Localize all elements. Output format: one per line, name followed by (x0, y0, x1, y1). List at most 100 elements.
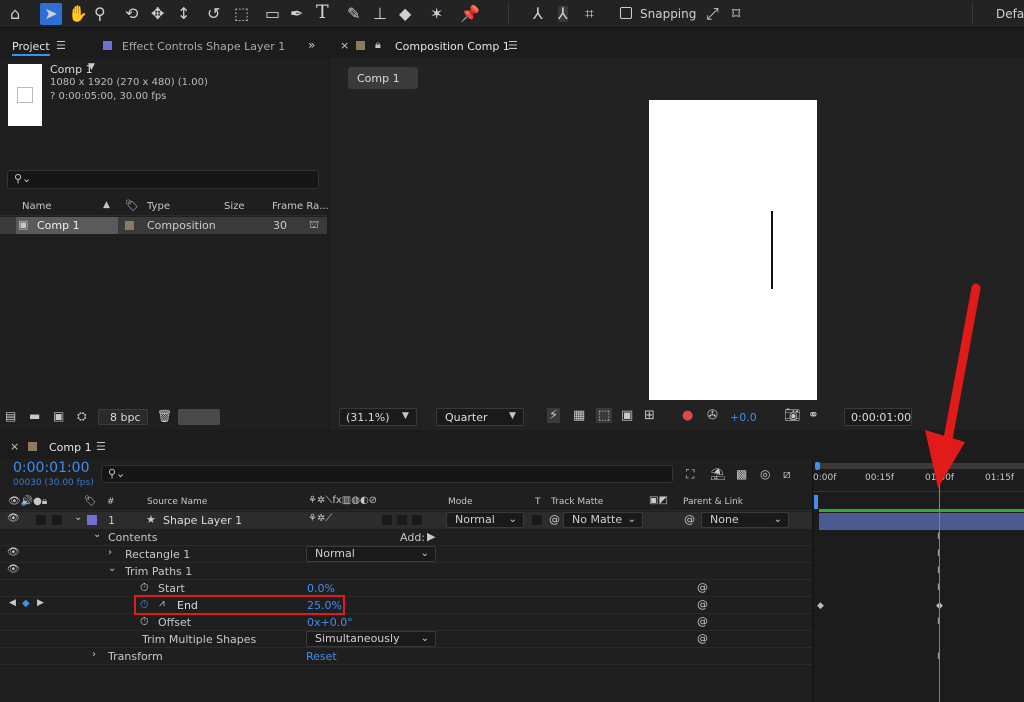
project-settings-icon[interactable]: ⛭ (77, 409, 87, 424)
flowchart-icon[interactable]: ⛫ (309, 218, 319, 233)
thumbnail-slider[interactable] (178, 409, 220, 425)
region-of-interest-icon[interactable]: ▣ (621, 408, 633, 423)
pickwhip-icon[interactable]: @ (684, 513, 695, 526)
label-tag-icon[interactable]: 🏷 (125, 199, 139, 212)
composition-canvas[interactable] (649, 100, 817, 400)
timeline-search-input[interactable]: ⚲⌄ (101, 465, 673, 483)
rotate-orbit-icon[interactable]: ⟲ (125, 6, 138, 22)
comp-breadcrumb[interactable]: Comp 1 (348, 67, 418, 89)
mask-visibility-icon[interactable]: ⬚ (596, 408, 613, 423)
pen-tool-icon[interactable]: ✒ (290, 6, 303, 22)
trim-multiple-row[interactable]: Trim Multiple Shapes Simultaneously ⌄ @ (0, 631, 812, 648)
reset-exposure-icon[interactable]: ✇ (707, 408, 718, 423)
stopwatch-icon[interactable]: ⏱ (140, 615, 149, 629)
dolly-camera-icon[interactable]: ↕ (177, 6, 190, 22)
pickwhip-icon[interactable]: @ (697, 615, 708, 628)
rectangle-row[interactable]: 👁 › Rectangle 1 Normal ⌄ (0, 546, 812, 563)
preview-comp-name[interactable]: Comp 1 (50, 63, 93, 76)
local-axis-icon[interactable]: ⅄ (533, 6, 543, 22)
t-switch[interactable] (532, 515, 542, 525)
workspace-label[interactable]: Defau (996, 7, 1024, 21)
sort-up-icon[interactable]: ▲ (103, 200, 110, 210)
layer-row[interactable]: 👁 ⌄ 1 ★ Shape Layer 1 ⚘✲⟋ Normal ⌄ @ No … (0, 512, 812, 529)
clone-stamp-icon[interactable]: ⊥ (373, 6, 387, 22)
trash-icon[interactable]: 🗑 (157, 409, 172, 423)
new-composition-icon[interactable]: ▣ (53, 409, 64, 423)
pickwhip-icon[interactable]: @ (697, 581, 708, 594)
tab-composition[interactable]: Composition Comp 1 (395, 40, 510, 53)
expand-chevron-icon[interactable]: ⌄ (74, 512, 82, 523)
viewer-timecode[interactable]: 0:00:01:00 (844, 408, 912, 426)
rectangle-mode-dropdown[interactable]: Normal ⌄ (306, 546, 436, 562)
start-value[interactable]: 0.0% (307, 582, 335, 595)
column-size[interactable]: Size (224, 201, 245, 212)
tab-project[interactable]: Project (12, 40, 50, 56)
bpc-button[interactable]: 8 bpc (98, 409, 148, 425)
view-axis-icon[interactable]: ⌗ (585, 6, 594, 22)
color-channels-icon[interactable]: ● (682, 408, 693, 423)
offset-row[interactable]: ⏱ Offset 0x+0.0° @ (0, 614, 812, 631)
current-time[interactable]: 0:00:01:00 (13, 460, 90, 476)
parent-dropdown[interactable]: None ⌄ (701, 512, 789, 528)
collapse-chevron-icon[interactable]: › (108, 547, 112, 558)
column-mode[interactable]: Mode (448, 497, 473, 507)
preview-name-chevron-icon[interactable]: ▼ (88, 62, 95, 72)
project-search-input[interactable]: ⚲⌄ (7, 170, 319, 189)
interpret-footage-icon[interactable]: ▤ (5, 409, 16, 423)
transform-reset[interactable]: Reset (306, 650, 337, 663)
snapshot-camera-icon[interactable]: 📷︎ (784, 408, 801, 423)
column-name[interactable]: Name (22, 201, 52, 212)
lock-icon[interactable]: 🔒︎ (375, 38, 381, 52)
prev-keyframe-icon[interactable]: ◀ (9, 598, 16, 608)
work-area-start-handle[interactable] (815, 462, 820, 470)
tab-effect-controls[interactable]: Effect Controls Shape Layer 1 (122, 40, 285, 53)
rotation-tool-icon[interactable]: ↺ (207, 6, 220, 22)
track-matte-dropdown[interactable]: No Matte ⌄ (563, 512, 643, 528)
column-parent-link[interactable]: Parent & Link (683, 497, 743, 507)
snapping-label[interactable]: Snapping (640, 7, 696, 21)
shy-layers-icon[interactable]: ▩ (736, 467, 747, 481)
roto-brush-icon[interactable]: ✶ (430, 6, 443, 22)
end-row[interactable]: ◀ ◆ ▶ ⏱ ⩘ End 25.0% @ (0, 597, 812, 614)
brush-tool-icon[interactable]: ✎ (347, 6, 360, 22)
guides-icon[interactable]: ⊞ (644, 408, 655, 423)
layer-label-swatch[interactable] (87, 515, 97, 525)
draft-3d-icon[interactable]: ⛱ (710, 467, 725, 481)
pan-behind-icon[interactable]: ⬚ (234, 6, 249, 22)
close-tab-icon[interactable]: × (10, 440, 19, 453)
home-icon[interactable]: ⌂ (10, 6, 20, 22)
resolution-dropdown[interactable]: Quarter ▼ (436, 408, 524, 426)
tab-timeline-comp[interactable]: Comp 1 (49, 441, 92, 454)
playhead-line[interactable] (939, 483, 940, 702)
transparency-grid-icon[interactable]: ▦ (573, 408, 585, 423)
world-axis-icon[interactable]: ⅄ (558, 6, 568, 22)
add-play-icon[interactable]: ▶ (427, 530, 435, 543)
switch-box[interactable] (397, 515, 407, 525)
panel-overflow-icon[interactable]: » (308, 38, 315, 52)
expand-chevron-icon[interactable]: ⌄ (108, 563, 116, 574)
exposure-value[interactable]: +0.0 (730, 411, 757, 424)
snap-grid-icon[interactable]: ⌑ (732, 6, 740, 22)
layer-switches[interactable]: ⚘✲⟋ (308, 513, 332, 524)
snap-options-icon[interactable]: ⤢ (706, 6, 719, 22)
selection-tool-icon[interactable]: ➤ (40, 3, 62, 25)
panel-menu-icon[interactable]: ☰ (96, 440, 106, 453)
add-label[interactable]: Add: (400, 531, 425, 544)
matte-spiral-icon[interactable]: @ (549, 513, 560, 526)
new-folder-icon[interactable]: ▬ (29, 409, 40, 423)
project-item-row[interactable]: ▣ Comp 1 Composition 30 ⛫ (0, 217, 327, 234)
visibility-eye-icon[interactable]: 👁 (7, 547, 20, 558)
type-tool-icon[interactable]: T (316, 3, 329, 22)
composition-mini-flowchart-icon[interactable]: ⛶ (686, 467, 694, 482)
panel-menu-icon[interactable]: ☰ (508, 39, 518, 52)
visibility-eye-icon[interactable]: 👁 (7, 564, 20, 575)
column-track-matte[interactable]: Track Matte (551, 497, 603, 507)
column-source-name[interactable]: Source Name (147, 497, 207, 507)
close-tab-icon[interactable]: × (340, 39, 349, 52)
pickwhip-icon[interactable]: @ (697, 598, 708, 611)
layer-duration-bar[interactable] (819, 513, 1024, 530)
expand-chevron-icon[interactable]: ⌄ (93, 529, 101, 540)
rectangle-tool-icon[interactable]: ▭ (265, 6, 280, 22)
stopwatch-icon[interactable]: ⏱ (140, 581, 149, 595)
keyframe-diamond-icon[interactable]: ◆ (817, 601, 824, 611)
